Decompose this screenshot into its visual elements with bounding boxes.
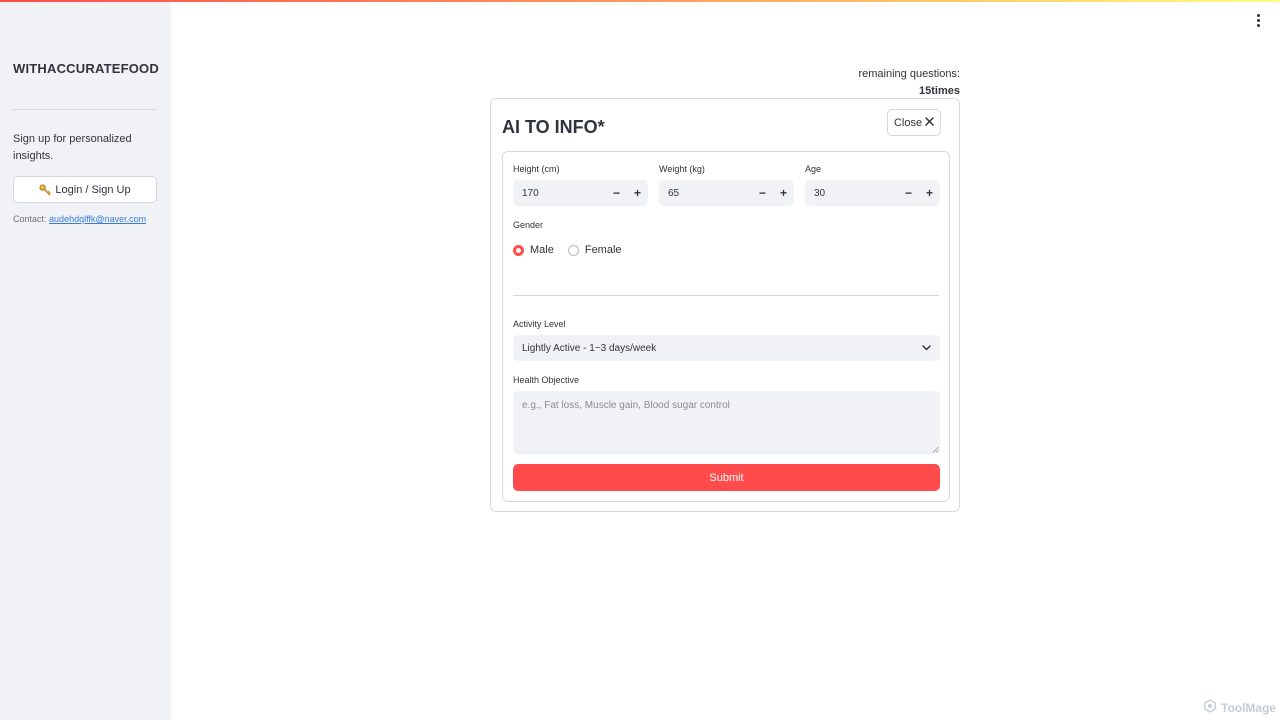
age-label: Age	[805, 164, 822, 174]
kebab-dot	[1256, 23, 1260, 27]
toolmage-logo-icon	[1203, 699, 1217, 716]
gender-option-female[interactable]: Female	[567, 244, 622, 256]
contact-email-link[interactable]: audehdqlffk@naver.com	[49, 214, 146, 224]
info-dialog: AI TO INFO* Close Height (cm) 170 − + We…	[490, 98, 960, 512]
submit-button[interactable]: Submit	[513, 464, 940, 491]
weight-value[interactable]: 65	[659, 188, 752, 199]
weight-input[interactable]: 65 − +	[659, 180, 794, 206]
contact-label: Contact:	[13, 214, 47, 224]
weight-decrement-button[interactable]: −	[752, 180, 773, 206]
profile-form: Height (cm) 170 − + Weight (kg) 65 − + A…	[502, 151, 950, 502]
height-decrement-button[interactable]: −	[606, 180, 627, 206]
objective-label: Health Objective	[513, 375, 580, 385]
chevron-down-icon	[922, 343, 931, 354]
remaining-questions: remaining questions: 15times	[858, 66, 960, 100]
login-label: Login / Sign Up	[55, 183, 131, 196]
radio-unchecked-icon[interactable]	[567, 244, 579, 256]
activity-label: Activity Level	[513, 319, 566, 329]
weight-increment-button[interactable]: +	[773, 180, 794, 206]
height-value[interactable]: 170	[513, 188, 606, 199]
gender-radio-group: Male Female	[513, 244, 622, 256]
main-menu-button[interactable]	[1251, 12, 1265, 28]
weight-label: Weight (kg)	[659, 164, 705, 174]
activity-selected-value: Lightly Active - 1~3 days/week	[522, 342, 657, 354]
height-input[interactable]: 170 − +	[513, 180, 648, 206]
signup-prompt: Sign up for personalized insights.	[13, 133, 132, 162]
height-label: Height (cm)	[513, 164, 560, 174]
gender-option-male[interactable]: Male	[513, 244, 554, 256]
top-accent-bar	[0, 0, 1280, 2]
gender-label: Gender	[513, 220, 544, 230]
gender-option-label: Female	[584, 244, 622, 256]
brand-title: WITHACCURATEFOOD	[13, 61, 159, 76]
close-label: Close	[893, 116, 923, 129]
age-value[interactable]: 30	[805, 188, 898, 199]
height-increment-button[interactable]: +	[627, 180, 648, 206]
activity-level-select[interactable]: Lightly Active - 1~3 days/week	[513, 335, 940, 361]
age-decrement-button[interactable]: −	[898, 180, 919, 206]
gender-option-label: Male	[530, 244, 554, 256]
form-divider	[513, 295, 939, 296]
watermark: ToolMage	[1203, 699, 1276, 716]
sidebar: WITHACCURATEFOOD Sign up for personalize…	[0, 0, 171, 720]
sidebar-divider	[13, 109, 157, 110]
close-button[interactable]: Close	[887, 109, 941, 136]
radio-checked-icon[interactable]	[513, 244, 524, 256]
resize-grip-icon[interactable]	[932, 446, 939, 453]
watermark-text: ToolMage	[1221, 700, 1277, 715]
remaining-label: remaining questions:	[858, 68, 960, 80]
close-icon	[925, 116, 934, 129]
age-input[interactable]: 30 − +	[805, 180, 940, 206]
health-objective-textarea[interactable]	[513, 391, 940, 454]
dialog-title: AI TO INFO*	[502, 117, 605, 137]
login-signup-button[interactable]: Login / Sign Up	[13, 176, 157, 203]
key-icon	[39, 183, 51, 196]
kebab-dot	[1256, 18, 1260, 22]
kebab-dot	[1256, 13, 1260, 17]
contact-line: Contact: audehdqlffk@naver.com	[13, 214, 146, 224]
age-increment-button[interactable]: +	[919, 180, 940, 206]
